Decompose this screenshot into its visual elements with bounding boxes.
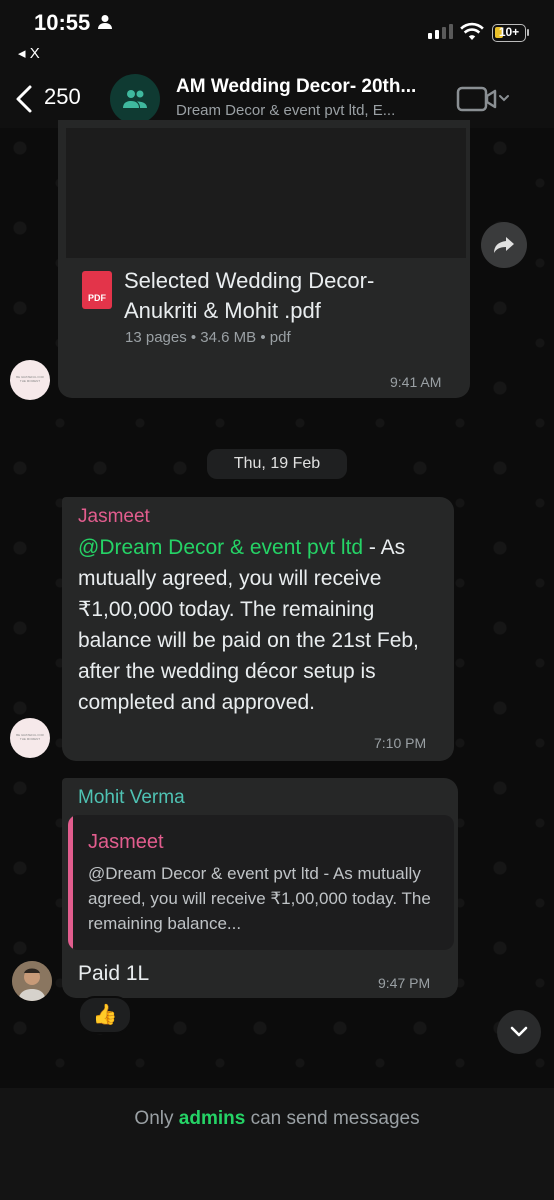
group-avatar[interactable] — [110, 74, 160, 124]
chat-participants[interactable]: Dream Decor & event pvt ltd, E... — [176, 102, 446, 119]
message-time: 9:41 AM — [390, 374, 442, 390]
mention-link[interactable]: @Dream Decor & event pvt ltd — [78, 536, 363, 559]
reaction-badge[interactable]: 👍 — [78, 996, 132, 1034]
message-text: @Dream Decor & event pvt ltd - As mutual… — [78, 532, 442, 718]
avatar-photo — [12, 961, 52, 1001]
battery-icon: 10+ — [492, 24, 526, 42]
date-separator: Thu, 19 Feb — [207, 449, 347, 479]
quote-sender: Jasmeet — [88, 831, 164, 853]
pdf-file-meta: 13 pages • 34.6 MB • pdf — [125, 329, 291, 346]
message-sender: Mohit Verma — [78, 787, 185, 808]
forward-icon — [494, 237, 514, 253]
message-time: 7:10 PM — [374, 735, 427, 751]
status-bar: 10:55 ◂ X 10+ — [0, 0, 554, 68]
forward-button[interactable] — [481, 222, 527, 268]
chat-title[interactable]: AM Wedding Decor- 20th... — [176, 76, 446, 98]
message-time: 9:47 PM — [378, 975, 431, 991]
quote-text: @Dream Decor & event pvt ltd - As mutual… — [88, 864, 431, 933]
video-call-icon[interactable] — [456, 84, 516, 114]
battery-label: 10+ — [498, 25, 520, 39]
message-sender: Jasmeet — [78, 506, 150, 527]
sender-avatar[interactable] — [12, 961, 52, 1001]
composer-restricted-bar: Only admins can send messages — [0, 1088, 554, 1200]
person-icon — [98, 15, 112, 29]
pdf-file-name[interactable]: Selected Wedding Decor-Anukriti & Mohit … — [124, 266, 444, 326]
quoted-message[interactable]: Jasmeet @Dream Decor & event pvt ltd - A… — [68, 815, 454, 950]
wifi-icon — [460, 22, 484, 40]
message-text: Paid 1L — [78, 962, 150, 985]
cellular-signal-icon — [428, 24, 453, 39]
scroll-down-button[interactable] — [497, 1010, 541, 1054]
unread-count[interactable]: 250 — [44, 84, 81, 110]
back-chevron-icon[interactable] — [14, 84, 34, 114]
admins-only-notice: Only admins can send messages — [134, 1108, 420, 1129]
quote-bar — [68, 815, 73, 950]
chevron-down-icon — [510, 1026, 528, 1037]
pdf-icon: PDF — [82, 271, 112, 309]
battery-cap — [527, 29, 529, 36]
sender-avatar[interactable]: BE GRATEFUL FOR THE MOMENT — [10, 718, 50, 758]
back-to-app-link[interactable]: ◂ X — [18, 44, 40, 62]
status-time: 10:55 — [34, 10, 91, 35]
chat-header: 250 AM Wedding Decor- 20th... Dream Deco… — [0, 68, 554, 128]
admins-link[interactable]: admins — [179, 1108, 246, 1129]
group-icon — [123, 90, 147, 108]
pdf-preview[interactable] — [66, 128, 466, 258]
message-body: - As mutually agreed, you will receive ₹… — [78, 536, 419, 714]
sender-avatar[interactable]: BE GRATEFUL FOR THE MOMENT — [10, 360, 50, 400]
